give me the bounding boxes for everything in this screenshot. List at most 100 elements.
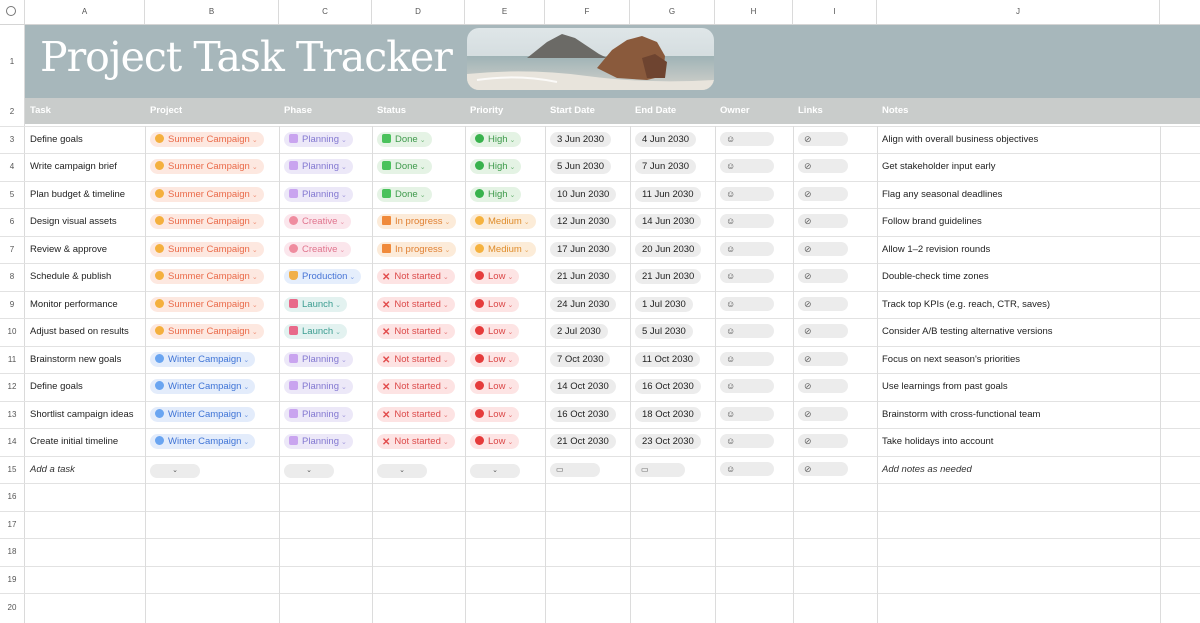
table-cell[interactable]: 3 Jun 2030 (545, 126, 630, 153)
end-date-chip[interactable]: 21 Jun 2030 (635, 269, 702, 284)
table-cell[interactable]: Summer Campaign ⌄ (145, 181, 279, 208)
notes-cell[interactable]: Consider A/B testing alternative version… (877, 318, 1160, 345)
table-cell[interactable]: Low ⌄ (465, 291, 545, 318)
table-cell[interactable]: Summer Campaign ⌄ (145, 208, 279, 235)
table-cell[interactable]: Low ⌄ (465, 346, 545, 373)
table-cell[interactable]: 5 Jul 2030 (630, 318, 715, 345)
owner-chip[interactable]: ☺ (720, 214, 774, 228)
table-cell[interactable]: 11 Oct 2030 (630, 346, 715, 373)
priority-chip[interactable]: High ⌄ (470, 187, 522, 202)
end-date-chip[interactable]: 11 Oct 2030 (635, 352, 701, 367)
table-cell[interactable]: Winter Campaign ⌄ (145, 346, 279, 373)
end-date-chip[interactable]: 11 Jun 2030 (635, 187, 701, 202)
table-cell[interactable]: Winter Campaign ⌄ (145, 373, 279, 400)
task-name-cell[interactable]: Brainstorm new goals (25, 346, 145, 373)
table-cell[interactable]: ☺ (715, 428, 793, 455)
end-date-chip[interactable]: 1 Jul 2030 (635, 297, 693, 312)
table-cell[interactable]: ☺ (715, 401, 793, 428)
table-cell[interactable]: 21 Jun 2030 (545, 263, 630, 290)
start-date-chip[interactable]: 12 Jun 2030 (550, 214, 617, 229)
notes-cell[interactable]: Focus on next season's priorities (877, 346, 1160, 373)
table-cell[interactable]: High ⌄ (465, 126, 545, 153)
end-date-chip[interactable]: 14 Jun 2030 (635, 214, 702, 229)
project-chip[interactable]: Summer Campaign ⌄ (150, 132, 264, 147)
priority-chip[interactable]: Low ⌄ (470, 379, 520, 394)
table-cell[interactable]: Medium ⌄ (465, 208, 545, 235)
priority-chip[interactable]: Low ⌄ (470, 269, 520, 284)
start-date-chip[interactable]: 7 Oct 2030 (550, 352, 611, 367)
table-cell[interactable]: Summer Campaign ⌄ (145, 263, 279, 290)
table-cell[interactable]: Summer Campaign ⌄ (145, 126, 279, 153)
start-date-chip[interactable]: 3 Jun 2030 (550, 132, 612, 147)
table-cell[interactable]: ⊘ (793, 318, 877, 345)
table-cell[interactable]: ☺ (715, 126, 793, 153)
notes-cell[interactable]: Track top KPIs (e.g. reach, CTR, saves) (877, 291, 1160, 318)
table-cell[interactable]: In progress ⌄ (372, 236, 465, 263)
task-name-cell[interactable]: Shortlist campaign ideas (25, 401, 145, 428)
start-date-chip[interactable]: 10 Jun 2030 (550, 187, 617, 202)
table-cell[interactable]: Low ⌄ (465, 373, 545, 400)
row-header[interactable]: 4 (0, 153, 25, 181)
status-chip[interactable]: ✕ Not started ⌄ (377, 379, 455, 394)
links-chip[interactable]: ⊘ (798, 324, 848, 338)
status-chip[interactable]: ✕ Not started ⌄ (377, 407, 455, 422)
table-cell[interactable]: Winter Campaign ⌄ (145, 401, 279, 428)
row-header[interactable]: 11 (0, 346, 25, 373)
table-cell[interactable]: 5 Jun 2030 (545, 153, 630, 180)
header-task[interactable]: Task (25, 98, 145, 124)
links-chip[interactable]: ⊘ (798, 297, 848, 311)
empty-priority-cell[interactable]: ⌄ (465, 456, 555, 483)
table-cell[interactable]: 18 Oct 2030 (630, 401, 715, 428)
end-date-chip[interactable]: 4 Jun 2030 (635, 132, 697, 147)
table-cell[interactable]: Planning ⌄ (279, 126, 372, 153)
end-date-chip[interactable]: 23 Oct 2030 (635, 434, 701, 449)
empty-status-dropdown[interactable]: ⌄ (377, 464, 427, 478)
table-cell[interactable]: 7 Jun 2030 (630, 153, 715, 180)
start-date-chip[interactable]: 14 Oct 2030 (550, 379, 616, 394)
header-phase[interactable]: Phase (279, 98, 372, 124)
table-cell[interactable]: 16 Oct 2030 (630, 373, 715, 400)
end-date-chip[interactable]: 5 Jul 2030 (635, 324, 693, 339)
project-chip[interactable]: Winter Campaign ⌄ (150, 434, 256, 449)
column-header-f[interactable]: F (545, 0, 630, 24)
table-cell[interactable]: ☺ (715, 181, 793, 208)
empty-project-dropdown[interactable]: ⌄ (150, 464, 200, 478)
table-cell[interactable]: 24 Jun 2030 (545, 291, 630, 318)
table-cell[interactable]: ⊘ (793, 291, 877, 318)
links-chip[interactable]: ⊘ (798, 352, 848, 366)
table-cell[interactable]: ✕ Not started ⌄ (372, 291, 465, 318)
status-chip[interactable]: Done ⌄ (377, 132, 432, 147)
notes-cell[interactable]: Flag any seasonal deadlines (877, 181, 1160, 208)
status-chip[interactable]: Done ⌄ (377, 159, 432, 174)
table-cell[interactable]: Summer Campaign ⌄ (145, 153, 279, 180)
owner-chip[interactable]: ☺ (720, 379, 774, 393)
status-chip[interactable]: In progress ⌄ (377, 214, 457, 229)
owner-chip[interactable]: ☺ (720, 242, 774, 256)
phase-chip[interactable]: Production ⌄ (284, 269, 362, 284)
table-cell[interactable]: ⊘ (793, 263, 877, 290)
row-header[interactable]: 19 (0, 566, 25, 593)
start-date-chip[interactable]: 24 Jun 2030 (550, 297, 617, 312)
table-cell[interactable]: ✕ Not started ⌄ (372, 318, 465, 345)
table-cell[interactable]: Creative ⌄ (279, 208, 372, 235)
column-header-c[interactable]: C (279, 0, 372, 24)
project-chip[interactable]: Winter Campaign ⌄ (150, 352, 256, 367)
task-name-cell[interactable]: Monitor performance (25, 291, 145, 318)
header-end-date[interactable]: End Date (630, 98, 715, 124)
row-header[interactable]: 9 (0, 291, 25, 318)
header-start-date[interactable]: Start Date (545, 98, 630, 124)
table-cell[interactable]: Winter Campaign ⌄ (145, 428, 279, 455)
task-name-cell[interactable]: Define goals (25, 126, 145, 153)
status-chip[interactable]: ✕ Not started ⌄ (377, 434, 455, 449)
priority-chip[interactable]: High ⌄ (470, 132, 522, 147)
priority-chip[interactable]: High ⌄ (470, 159, 522, 174)
empty-phase-cell[interactable]: ⌄ (279, 456, 369, 483)
table-cell[interactable]: 14 Jun 2030 (630, 208, 715, 235)
end-date-chip[interactable]: 7 Jun 2030 (635, 159, 697, 174)
table-cell[interactable]: ☺ (715, 153, 793, 180)
row-header[interactable]: 18 (0, 538, 25, 566)
task-name-cell[interactable]: Design visual assets (25, 208, 145, 235)
table-cell[interactable]: Launch ⌄ (279, 318, 372, 345)
phase-chip[interactable]: Planning ⌄ (284, 132, 353, 147)
column-header-j[interactable]: J (877, 0, 1160, 24)
